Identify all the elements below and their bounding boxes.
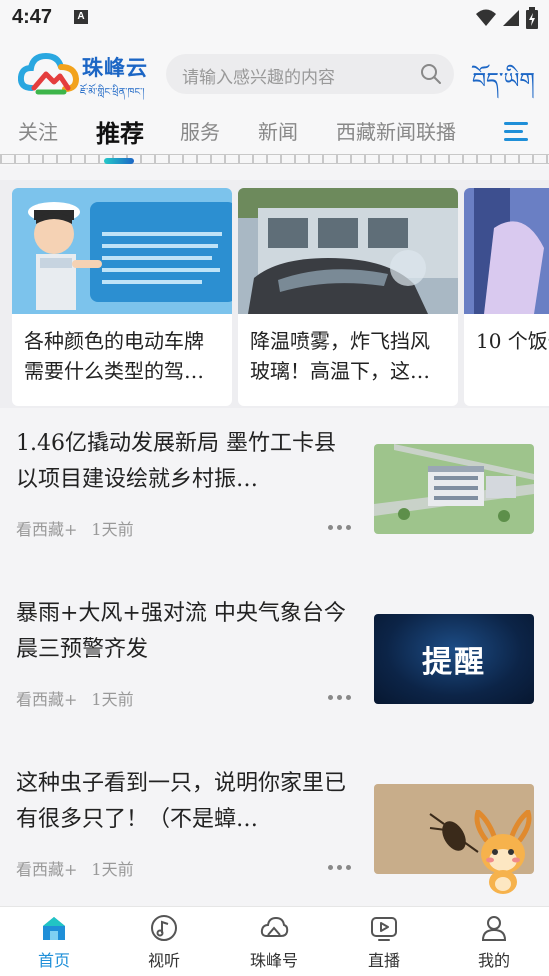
news-source: 看西藏+ (16, 690, 78, 709)
music-icon (151, 915, 177, 941)
nav-home[interactable]: 首页 (14, 913, 94, 971)
news-title: 1.46亿撬动发展新局 墨竹工卡县以项目建设绘就乡村振… (16, 431, 336, 492)
more-options-icon[interactable] (328, 862, 352, 872)
card-title: 各种颜色的电动车牌需要什么类型的驾… (24, 329, 204, 383)
card-image (238, 188, 458, 314)
status-icons (475, 7, 539, 29)
news-meta: 看西藏+ 1天前 (16, 686, 134, 710)
wifi-icon (476, 9, 496, 26)
more-options-icon[interactable] (328, 522, 352, 532)
news-source: 看西藏+ (16, 860, 78, 879)
bottom-navigation: 首页 视听 珠峰号 直播 我的 (0, 906, 549, 976)
language-toggle-button[interactable]: བོད་ཡིག (472, 56, 535, 118)
user-icon (481, 916, 507, 941)
nav-live[interactable]: 直播 (344, 913, 424, 971)
news-thumbnail (374, 444, 534, 534)
cloud-logo-icon (18, 52, 80, 95)
card-title: 降温喷雾，炸飞挡风玻璃！高温下，这… (250, 329, 430, 383)
home-icon (43, 917, 65, 940)
active-tab-indicator (104, 158, 134, 164)
notification-icon: A (74, 10, 88, 24)
news-time: 1天前 (91, 690, 134, 709)
carousel-card[interactable]: 各种颜色的电动车牌需要什么类型的驾… (12, 188, 232, 406)
nav-label: 视听 (147, 951, 180, 970)
news-meta: 看西藏+ 1天前 (16, 856, 134, 880)
featured-carousel[interactable]: 各种颜色的电动车牌需要什么类型的驾… 降温喷雾，炸飞挡风玻璃！高温下，这… 10… (0, 180, 549, 408)
carousel-card[interactable]: 10 个饭惯，有 1 (464, 188, 549, 406)
battery-icon (526, 7, 538, 29)
nav-audio-video[interactable]: 视听 (124, 913, 204, 971)
news-time: 1天前 (91, 860, 134, 879)
search-icon (421, 64, 441, 84)
nav-zhufeng-account[interactable]: 珠峰号 (234, 913, 314, 971)
signal-icon (503, 10, 519, 26)
nav-mine[interactable]: 我的 (454, 913, 534, 971)
decorative-border (0, 152, 549, 166)
tab-recommend[interactable]: 推荐 (96, 114, 144, 149)
status-time: 4:47 (12, 6, 53, 28)
status-bar: 4:47 A (0, 0, 549, 38)
news-meta: 看西藏+ 1天前 (16, 516, 134, 540)
news-time: 1天前 (91, 520, 134, 539)
nav-label: 直播 (367, 951, 400, 970)
logo-tibetan-text: ཇོ་མོ་གླིང་ཕྲིན་ཁང་། (80, 87, 145, 98)
card-image (12, 188, 232, 314)
news-item[interactable]: 1.46亿撬动发展新局 墨竹工卡县以项目建设绘就乡村振… 看西藏+ 1天前 (0, 408, 549, 576)
nav-label: 珠峰号 (249, 951, 298, 970)
app-header: 珠峰云 ཇོ་མོ་གླིང་ཕྲིན་ཁང་། 请输入感兴趣的内容 བོད་ཡ… (0, 38, 549, 110)
card-image (464, 188, 549, 314)
mascot-icon[interactable] (468, 810, 538, 896)
search-bar[interactable]: 请输入感兴趣的内容 (166, 54, 454, 94)
carousel-card[interactable]: 降温喷雾，炸飞挡风玻璃！高温下，这… (238, 188, 458, 406)
cloud-icon (260, 916, 289, 937)
more-options-icon[interactable] (328, 692, 352, 702)
nav-label: 我的 (477, 951, 510, 970)
live-play-icon (371, 917, 397, 941)
nav-label: 首页 (37, 951, 70, 970)
app-logo[interactable]: 珠峰云 ཇོ་མོ་གླིང་ཕྲིན་ཁང་། (18, 48, 150, 100)
news-item[interactable]: 暴雨+大风+强对流 中央气象台今晨三预警齐发 看西藏+ 1天前 提醒 (0, 578, 549, 746)
tab-service[interactable]: 服务 (180, 116, 220, 145)
search-placeholder: 请输入感兴趣的内容 (182, 68, 335, 88)
thumbnail-text: 提醒 (422, 645, 486, 680)
menu-icon[interactable] (504, 122, 528, 142)
card-title: 10 个饭惯，有 1 (476, 329, 549, 353)
tab-news[interactable]: 新闻 (258, 116, 298, 145)
category-tabs: 关注 推荐 服务 新闻 西藏新闻联播 (0, 110, 549, 156)
news-title: 暴雨+大风+强对流 中央气象台今晨三预警齐发 (16, 601, 346, 662)
tab-tibet-news-broadcast[interactable]: 西藏新闻联播 (336, 116, 456, 145)
logo-text: 珠峰云 (82, 56, 148, 80)
news-thumbnail: 提醒 (374, 614, 534, 704)
news-title: 这种虫子看到一只，说明你家里已有很多只了！（不是蟑… (16, 771, 347, 832)
tab-follow[interactable]: 关注 (18, 116, 58, 145)
news-item[interactable]: 这种虫子看到一只，说明你家里已有很多只了！（不是蟑… 看西藏+ 1天前 (0, 748, 549, 916)
news-source: 看西藏+ (16, 520, 78, 539)
